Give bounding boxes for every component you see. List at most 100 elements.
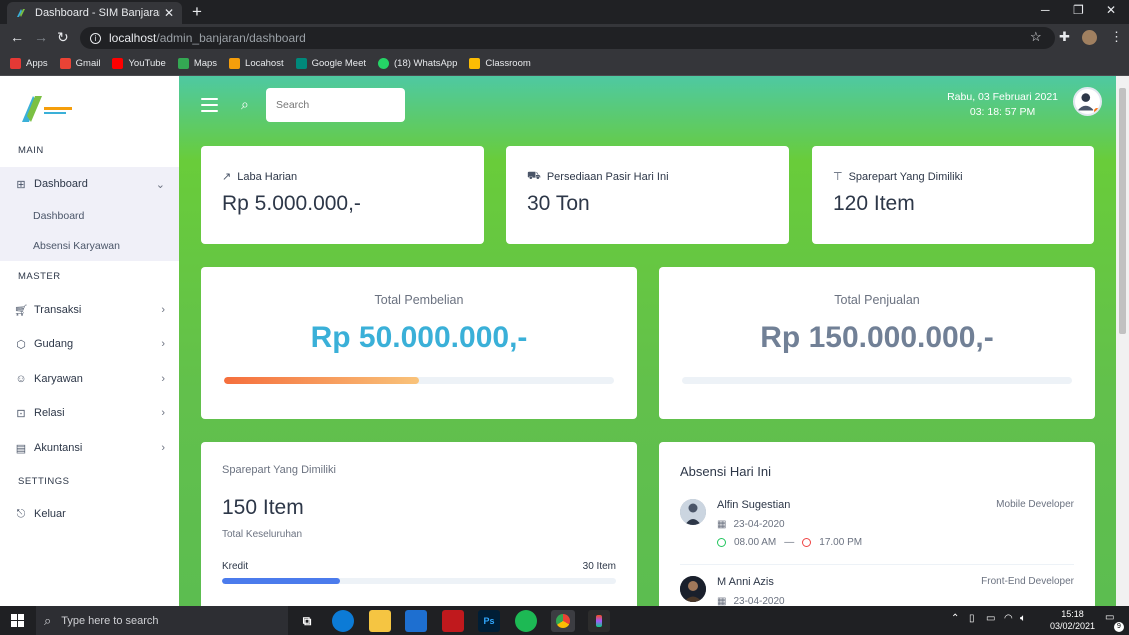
sidebar-item-relasi[interactable]: ⊡ Relasi › bbox=[0, 396, 179, 430]
profile-avatar[interactable] bbox=[1082, 30, 1097, 45]
bookmark-google-meet[interactable]: Google Meet bbox=[295, 58, 366, 69]
page-scrollbar[interactable] bbox=[1116, 76, 1129, 606]
bookmark-maps[interactable]: Maps bbox=[177, 58, 217, 69]
employee-name: M Anni Azis bbox=[717, 576, 774, 588]
bookmark-star-icon[interactable]: ☆ bbox=[1030, 29, 1042, 45]
stat-value: Rp 5.000.000,- bbox=[222, 192, 361, 215]
sparepart-row-kredit: Kredit 30 Item bbox=[222, 561, 616, 572]
clock-time: 15:18 bbox=[1061, 609, 1084, 619]
cart-icon: 🛒︎ bbox=[14, 304, 28, 317]
photoshop-icon[interactable]: Ps bbox=[478, 610, 500, 632]
check-out-icon bbox=[802, 538, 812, 547]
search-icon[interactable]: ⌕ bbox=[241, 96, 249, 113]
extensions-icon[interactable]: ✚ bbox=[1059, 29, 1070, 45]
sidebar-item-dashboard[interactable]: ⊞ Dashboard ⌄ bbox=[0, 167, 179, 201]
close-window-icon[interactable]: ✕ bbox=[1106, 3, 1116, 17]
sidebar-item-keluar[interactable]: ⎋ Keluar bbox=[0, 497, 179, 531]
sidebar-item-gudang[interactable]: ⬡ Gudang › bbox=[0, 327, 179, 361]
stat-label: Persediaan Pasir Hari Ini bbox=[546, 171, 669, 183]
chevron-right-icon: › bbox=[161, 442, 165, 454]
clock-date: 03/02/2021 bbox=[1049, 621, 1095, 631]
bookmark-apps[interactable]: Apps bbox=[10, 58, 48, 69]
figma-icon[interactable] bbox=[588, 610, 610, 632]
tab-title: Dashboard - SIM Banjaran Global bbox=[35, 7, 160, 19]
bookmark-gmail[interactable]: Gmail bbox=[59, 58, 100, 69]
reload-icon[interactable]: ↻ bbox=[57, 29, 69, 46]
game-app-icon[interactable] bbox=[442, 610, 464, 632]
browser-toolbar: ← → ↻ i localhost/admin_banjaran/dashboa… bbox=[0, 24, 1129, 52]
stat-label: Laba Harian bbox=[237, 170, 298, 183]
section-main-label: MAIN bbox=[18, 145, 44, 156]
maximize-icon[interactable]: ❐ bbox=[1073, 3, 1084, 17]
app-viewport: MAIN ⊞ Dashboard ⌄ Dashboard Absensi Kar… bbox=[0, 76, 1129, 606]
bookmark-localhost[interactable]: Locahost bbox=[229, 58, 284, 69]
chrome-icon[interactable] bbox=[551, 610, 575, 632]
sidebar-item-karyawan[interactable]: ☺︎ Karyawan › bbox=[0, 362, 179, 396]
sidebar-item-akuntansi[interactable]: ▤ Akuntansi › bbox=[0, 431, 179, 465]
sidebar-item-label: Gudang bbox=[34, 338, 74, 350]
list-item[interactable]: Alfin Sugestian Mobile Developer ▦ 23-04-… bbox=[680, 499, 1074, 569]
taskbar-search[interactable]: ⌕ Type here to search bbox=[36, 606, 288, 635]
tray-chevron-up-icon[interactable]: ⌃ bbox=[951, 613, 959, 624]
employee-name: Alfin Sugestian bbox=[717, 499, 791, 511]
sparepart-card: Sparepart Yang Dimiliki 150 Item Total K… bbox=[201, 442, 637, 606]
wrench-icon: ⊤ bbox=[833, 171, 843, 183]
edge-icon[interactable] bbox=[332, 610, 354, 632]
row-label: Kredit bbox=[222, 561, 249, 572]
back-icon[interactable]: ← bbox=[10, 29, 24, 45]
classroom-icon bbox=[469, 58, 481, 69]
menu-dots-icon[interactable]: ⋮ bbox=[1110, 29, 1123, 45]
header-date: Rabu, 03 Februari 2021 bbox=[947, 91, 1058, 103]
forward-icon[interactable]: → bbox=[34, 29, 48, 45]
bookmark-youtube[interactable]: YouTube bbox=[112, 58, 166, 69]
status-dot bbox=[1093, 107, 1100, 114]
battery-icon[interactable]: ▭ bbox=[986, 613, 995, 624]
minimize-icon[interactable]: ─ bbox=[1041, 3, 1050, 17]
task-view-icon[interactable]: ⧉ bbox=[296, 610, 318, 632]
chevron-right-icon: › bbox=[161, 407, 165, 419]
list-item[interactable]: M Anni Azis Front-End Developer ▦ 23-04-2… bbox=[680, 576, 1074, 606]
device-icon[interactable]: ▯ bbox=[969, 613, 975, 624]
time-separator: — bbox=[784, 537, 795, 548]
scrollbar-thumb[interactable] bbox=[1119, 88, 1126, 334]
header-time: 03: 18: 57 PM bbox=[969, 106, 1036, 118]
notification-icon[interactable]: ▭ 9 bbox=[1105, 612, 1124, 632]
trend-up-icon: ↗ bbox=[222, 171, 232, 183]
total-penjualan-progress bbox=[682, 377, 1072, 384]
sidebar-subitem-absensi-karyawan[interactable]: Absensi Karyawan bbox=[0, 231, 179, 261]
sidebar-subitem-dashboard[interactable]: Dashboard bbox=[0, 201, 179, 231]
bookmark-whatsapp[interactable]: (18) WhatsApp bbox=[378, 58, 457, 69]
bookmarks-bar: Apps Gmail YouTube Maps Locahost Google … bbox=[0, 52, 1129, 76]
spotify-icon[interactable] bbox=[515, 610, 537, 632]
sparepart-kredit-progress bbox=[222, 578, 616, 584]
sidebar-item-label: Relasi bbox=[34, 407, 65, 419]
wifi-icon[interactable]: ◠ bbox=[1004, 613, 1013, 624]
sidebar-item-transaksi[interactable]: 🛒︎ Transaksi › bbox=[0, 293, 179, 327]
sparepart-title: Sparepart Yang Dimiliki bbox=[222, 464, 336, 476]
google-meet-icon bbox=[295, 58, 307, 69]
mail-icon[interactable] bbox=[405, 610, 427, 632]
sidebar-item-label: Akuntansi bbox=[34, 442, 83, 454]
whatsapp-icon bbox=[378, 58, 390, 69]
windows-start-icon[interactable] bbox=[11, 614, 24, 627]
browser-tab[interactable]: Dashboard - SIM Banjaran Global ✕ bbox=[7, 2, 182, 24]
stat-card-persediaan-pasir: ⛟ Persediaan Pasir Hari Ini 30 Ton bbox=[506, 146, 789, 244]
file-explorer-icon[interactable] bbox=[369, 610, 391, 632]
bookmark-classroom[interactable]: Classroom bbox=[469, 58, 531, 69]
hamburger-menu-icon[interactable] bbox=[201, 98, 218, 112]
total-penjualan-value: Rp 150.000.000,- bbox=[760, 321, 994, 354]
progress-fill bbox=[224, 377, 419, 384]
total-pembelian-value: Rp 50.000.000,- bbox=[310, 321, 528, 354]
sparepart-value: 150 Item bbox=[222, 496, 304, 519]
address-bar[interactable]: i localhost/admin_banjaran/dashboard bbox=[80, 27, 1055, 49]
localhost-icon bbox=[229, 58, 241, 69]
user-avatar[interactable] bbox=[1073, 87, 1102, 116]
taskbar-clock[interactable]: 15:18 03/02/2021 bbox=[1050, 608, 1095, 632]
close-tab-icon[interactable]: ✕ bbox=[164, 6, 174, 20]
browser-tab-strip: Dashboard - SIM Banjaran Global ✕ + ─ ❐ … bbox=[0, 0, 1129, 24]
site-info-icon[interactable]: i bbox=[90, 32, 101, 44]
search-input[interactable] bbox=[266, 88, 405, 122]
new-tab-button[interactable]: + bbox=[192, 2, 202, 22]
volume-icon[interactable]: 🔈︎ bbox=[1020, 613, 1026, 624]
url-path: /admin_banjaran/dashboard bbox=[156, 31, 306, 45]
